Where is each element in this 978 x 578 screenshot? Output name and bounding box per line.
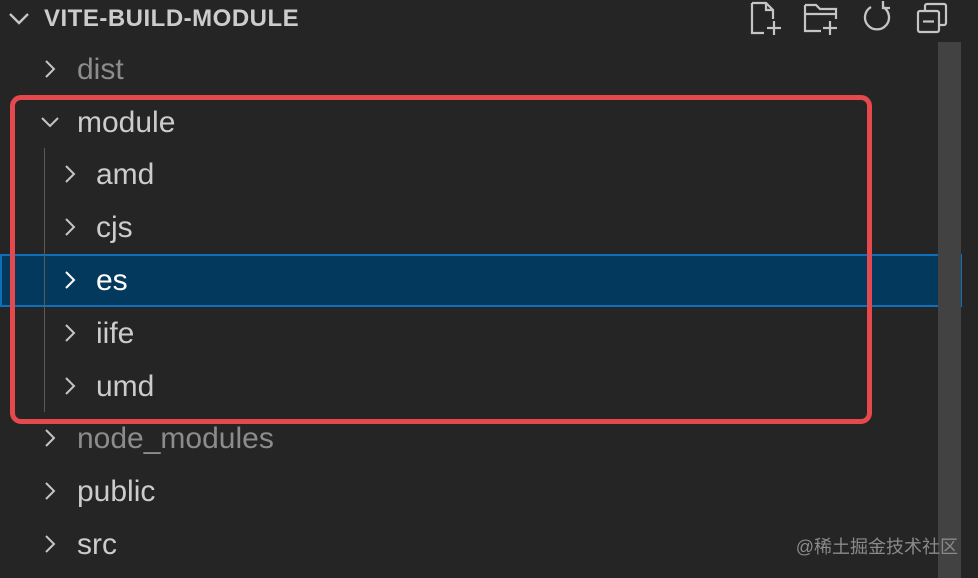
- tree-item-public[interactable]: public: [0, 465, 936, 518]
- tree-item-umd[interactable]: umd: [0, 360, 936, 413]
- chevron-right-icon: [38, 479, 62, 503]
- tree-item-label: cjs: [96, 211, 133, 244]
- indent-guide: [44, 148, 45, 412]
- chevron-down-icon: [38, 110, 62, 134]
- tree-item-label: es: [96, 264, 128, 297]
- chevron-right-icon: [58, 268, 82, 292]
- chevron-right-icon: [58, 374, 82, 398]
- chevron-right-icon: [58, 215, 82, 239]
- chevron-right-icon: [58, 321, 82, 345]
- new-file-icon[interactable]: [746, 0, 784, 36]
- chevron-right-icon: [38, 426, 62, 450]
- tree-item-label: iife: [96, 317, 135, 350]
- tree-item-amd[interactable]: amd: [0, 148, 936, 201]
- tree-item-label: dist: [77, 53, 124, 86]
- new-folder-icon[interactable]: [802, 0, 840, 36]
- collapse-all-icon[interactable]: [914, 0, 952, 36]
- chevron-right-icon: [38, 57, 62, 81]
- explorer-section-header[interactable]: VITE-BUILD-MODULE: [0, 0, 978, 38]
- tree-item-iife[interactable]: iife: [0, 307, 936, 360]
- chevron-right-icon: [38, 532, 62, 556]
- chevron-down-icon[interactable]: [4, 4, 34, 34]
- tree-item-label: public: [77, 475, 156, 508]
- tree-item-label: node_modules: [77, 422, 274, 455]
- refresh-icon[interactable]: [858, 0, 896, 36]
- watermark: @稀土掘金技术社区: [795, 537, 958, 557]
- tree-item-es[interactable]: es: [0, 254, 962, 307]
- tree-item-node-modules[interactable]: node_modules: [0, 412, 936, 465]
- tree-item-dist[interactable]: dist: [0, 43, 936, 96]
- tree-item-cjs[interactable]: cjs: [0, 201, 936, 254]
- vertical-scrollbar[interactable]: [938, 42, 961, 578]
- section-title: VITE-BUILD-MODULE: [44, 5, 300, 32]
- tree-item-label: umd: [96, 370, 155, 403]
- tree-item-label: amd: [96, 158, 155, 191]
- chevron-right-icon: [58, 162, 82, 186]
- explorer-panel: VITE-BUILD-MODULE dist module amd cjs es…: [0, 0, 978, 578]
- tree-item-label: src: [77, 528, 117, 561]
- explorer-actions: [746, 0, 952, 36]
- tree-item-module[interactable]: module: [0, 96, 936, 149]
- tree-item-label: module: [77, 106, 176, 139]
